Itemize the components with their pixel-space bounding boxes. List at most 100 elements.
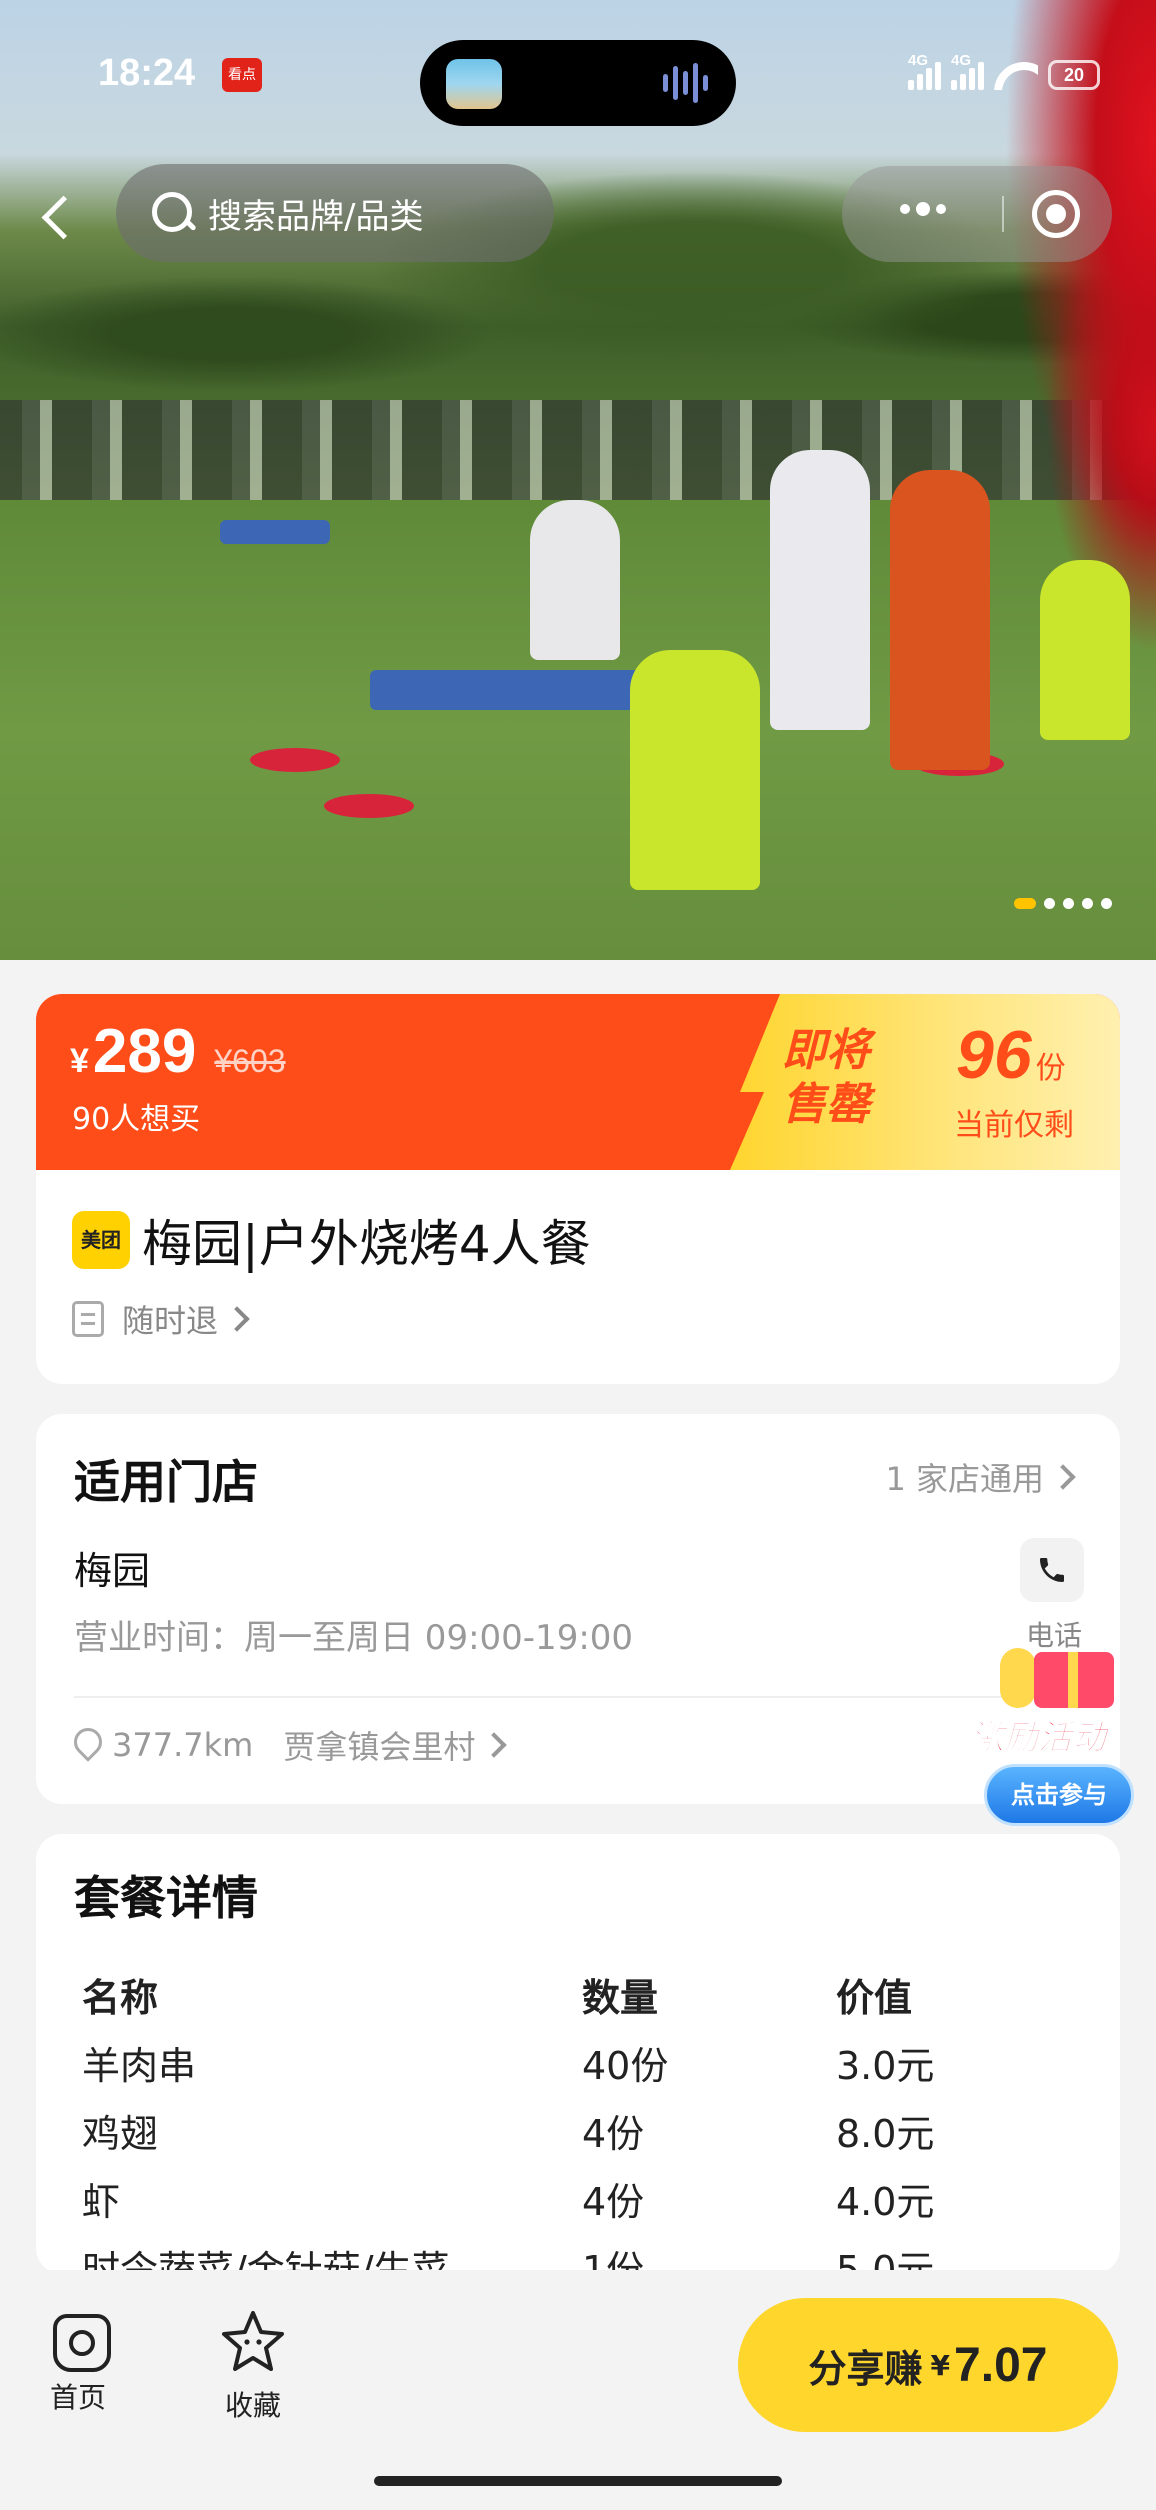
carousel-dot — [1082, 898, 1093, 909]
chevron-right-icon — [1050, 1464, 1076, 1490]
hero-person — [630, 650, 760, 890]
phone-icon — [1040, 1558, 1064, 1582]
store-count-link[interactable]: 1 家店通用 — [885, 1454, 1076, 1500]
home-label: 首页 — [49, 2381, 106, 2414]
store-address-row[interactable]: 377.7km 贾拿镇会里村 — [74, 1722, 508, 1768]
hero-stool — [250, 748, 340, 772]
item-qty: 4份 — [582, 2179, 645, 2224]
hero-person — [1040, 560, 1130, 740]
table-row: 时令蔬菜/金针菇/生菜 1份 5.0元 — [82, 2232, 1082, 2275]
gift-icon — [1034, 1652, 1114, 1708]
hero-stool — [324, 794, 414, 818]
hero-photo[interactable] — [0, 0, 1156, 960]
store-distance: 377.7km — [112, 1726, 254, 1764]
item-qty: 4份 — [582, 2111, 645, 2156]
hero-table — [220, 520, 330, 544]
store-heading: 适用门店 — [74, 1455, 258, 1509]
price-value: ¥ 289 ¥603 — [70, 1016, 286, 1087]
item-name: 鸡翅 — [82, 2111, 159, 2156]
store-card: 适用门店 1 家店通用 梅园 营业时间：周一至周日 09:00-19:00 电话… — [36, 1414, 1120, 1804]
remain-label: 当前仅剩 — [954, 1108, 1074, 1143]
more-icon[interactable] — [900, 202, 946, 216]
audio-wave-icon — [663, 62, 708, 104]
package-table: 名称 数量 价值 羊肉串 40份 3.0元 鸡翅 4份 8.0元 虾 4份 4.… — [82, 1960, 1082, 2275]
status-bar: 18:24 看点 4G 4G 20 — [0, 40, 1156, 126]
item-value: 8.0元 — [836, 2111, 935, 2156]
price-banner: ¥ 289 ¥603 90人想买 即将售罄 96 份 当前仅剩 — [36, 994, 1120, 1170]
chevron-right-icon — [224, 1306, 250, 1332]
dynamic-island[interactable] — [420, 40, 736, 126]
search-bar[interactable]: 搜索品牌/品类 — [116, 164, 554, 262]
favorite-tab[interactable]: 收藏 — [208, 2308, 298, 2424]
remain-count: 96 份 — [956, 1017, 1066, 1093]
store-address: 贾拿镇会里村 — [283, 1728, 476, 1766]
capsule-divider — [1002, 196, 1004, 232]
package-card: 套餐详情 名称 数量 价值 羊肉串 40份 3.0元 鸡翅 4份 8.0元 虾 … — [36, 1834, 1120, 2274]
item-name: 羊肉串 — [82, 2043, 197, 2088]
now-playing-thumbnail — [446, 59, 502, 109]
home-tab[interactable]: 首页 — [36, 2308, 120, 2416]
back-button[interactable] — [22, 180, 92, 250]
price-currency: ¥ — [70, 1042, 89, 1080]
hero-person — [530, 500, 620, 660]
item-value: 5.0元 — [836, 2247, 935, 2275]
cell-signal-icon: 4G — [951, 52, 984, 90]
phone-button[interactable] — [1020, 1538, 1084, 1602]
hero-person — [770, 450, 870, 730]
item-name: 时令蔬菜/金针菇/生菜 — [82, 2247, 450, 2275]
product-title: 梅园|户外烧烤4人餐 — [142, 1215, 591, 1273]
package-heading: 套餐详情 — [74, 1871, 258, 1925]
target-icon[interactable] — [1032, 190, 1080, 238]
store-hours: 营业时间：周一至周日 09:00-19:00 — [74, 1618, 634, 1658]
carousel-dot — [1101, 898, 1112, 909]
cell-signal-icon: 4G — [908, 52, 941, 90]
carousel-dot — [1063, 898, 1074, 909]
home-icon — [47, 2308, 111, 2372]
soldout-label: 即将售罄 — [782, 1025, 870, 1130]
promo-join-button[interactable]: 点击参与 — [984, 1764, 1134, 1826]
home-indicator[interactable] — [374, 2476, 782, 2486]
table-header-row: 名称 数量 价值 — [82, 1960, 1082, 2028]
meituan-logo: 美团 — [72, 1211, 130, 1269]
store-count: 1 家店通用 — [885, 1460, 1044, 1498]
document-icon — [72, 1301, 104, 1337]
chevron-right-icon — [481, 1732, 508, 1758]
promo-text: 激励活动 — [970, 1718, 1107, 1759]
carousel-dot — [1014, 898, 1036, 909]
price-current: 289 — [92, 1017, 197, 1086]
table-row: 鸡翅 4份 8.0元 — [82, 2096, 1082, 2164]
item-qty: 1份 — [582, 2247, 645, 2275]
column-header: 名称 — [82, 1975, 159, 2020]
star-icon — [222, 2311, 284, 2371]
product-title-row: 美团 梅园|户外烧烤4人餐 — [72, 1204, 591, 1276]
item-value: 4.0元 — [836, 2179, 935, 2224]
app-badge-icon: 看点 — [222, 58, 262, 92]
battery-icon: 20 — [1048, 60, 1100, 90]
status-time: 18:24 — [98, 52, 196, 94]
share-label: 分享赚 — [808, 2346, 923, 2391]
refund-policy[interactable]: 随时退 — [72, 1296, 250, 1342]
table-row: 虾 4份 4.0元 — [82, 2164, 1082, 2232]
divider — [74, 1696, 1082, 1698]
search-placeholder: 搜索品牌/品类 — [208, 196, 424, 237]
bottom-bar: 首页 收藏 分享赚 ¥ 7.07 — [0, 2270, 1156, 2510]
item-name: 虾 — [82, 2179, 121, 2224]
mini-program-capsule[interactable] — [842, 166, 1112, 262]
store-name[interactable]: 梅园 — [74, 1540, 150, 1595]
carousel-indicator[interactable] — [1014, 898, 1112, 909]
hero-person — [890, 470, 990, 770]
refund-label: 随时退 — [122, 1302, 219, 1340]
price-card: ¥ 289 ¥603 90人想买 即将售罄 96 份 当前仅剩 美团 梅园|户外烧… — [36, 994, 1120, 1384]
share-amount: 7.07 — [954, 2338, 1048, 2392]
bunny-icon — [1000, 1648, 1036, 1708]
item-value: 3.0元 — [836, 2043, 935, 2088]
status-indicators: 4G 4G 20 — [908, 52, 1100, 90]
share-earn-button[interactable]: 分享赚 ¥ 7.07 — [738, 2298, 1118, 2432]
table-row: 羊肉串 40份 3.0元 — [82, 2028, 1082, 2096]
item-qty: 40份 — [582, 2043, 669, 2088]
column-header: 价值 — [836, 1975, 913, 2020]
price-original: ¥603 — [214, 1043, 286, 1079]
column-header: 数量 — [582, 1975, 659, 2020]
search-icon — [150, 190, 196, 236]
promo-widget[interactable]: 激励活动 点击参与 — [964, 1648, 1154, 1838]
